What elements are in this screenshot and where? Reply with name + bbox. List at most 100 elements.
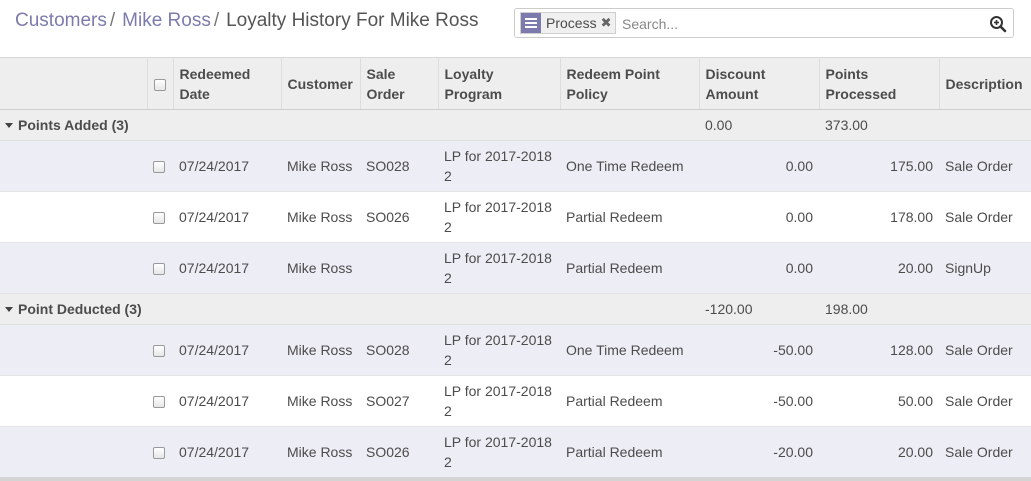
table-header: Redeemed Date Customer Sale Order Loyalt… (0, 57, 1031, 110)
cell-date: 07/24/2017 (173, 426, 281, 478)
column-redeemed-date[interactable]: Redeemed Date (173, 57, 282, 110)
cell-description: Sale Order (939, 426, 1031, 478)
cell-customer: Mike Ross (281, 375, 360, 427)
breadcrumb: Customers / Mike Ross / Loyalty History For … (15, 9, 478, 33)
column-description[interactable]: Description (939, 57, 1031, 110)
group-header[interactable]: Point Deducted (3) (0, 293, 438, 325)
control-panel: Customers / Mike Ross / Loyalty History For … (0, 0, 1031, 57)
cell-points: 175.00 (819, 140, 939, 192)
cell-description: SignUp (939, 242, 1031, 294)
breadcrumb-separator: / (213, 10, 220, 31)
group-row-point-deducted[interactable]: Point Deducted (3) -120.00 198.00 (0, 293, 1031, 325)
search-facet-process[interactable]: Process ✖ (520, 12, 617, 34)
cell-customer: Mike Ross (281, 426, 360, 478)
cell-description: Sale Order (939, 140, 1031, 192)
cell-loyalty-program: LP for 2017-2018 2 (438, 426, 560, 478)
cell-discount: -50.00 (699, 324, 819, 376)
cell-points: 128.00 (819, 324, 939, 376)
cell-sale-order: SO027 (360, 375, 438, 427)
column-sale-order[interactable]: Sale Order (360, 57, 439, 110)
table-row[interactable]: 07/24/2017 Mike Ross SO026 LP for 2017-2… (0, 426, 1031, 478)
group-label: Point Deducted (3) (18, 301, 142, 317)
zoom-in-icon[interactable] (989, 15, 1007, 33)
table-row[interactable]: 07/24/2017 Mike Ross SO026 LP for 2017-2… (0, 191, 1031, 243)
cell-sale-order: SO026 (360, 426, 438, 478)
cell-customer: Mike Ross (281, 324, 360, 376)
group-row-points-added[interactable]: Points Added (3) 0.00 373.00 (0, 109, 1031, 141)
table-row[interactable]: 07/24/2017 Mike Ross SO028 LP for 2017-2… (0, 140, 1031, 192)
search-box[interactable]: Process ✖ (514, 8, 1014, 38)
cell-points: 50.00 (819, 375, 939, 427)
search-input[interactable] (622, 13, 977, 35)
row-checkbox[interactable] (153, 161, 165, 174)
caret-down-icon (5, 122, 13, 128)
column-points-processed[interactable]: Points Processed (819, 57, 940, 110)
group-points-total: 373.00 (819, 109, 939, 141)
page-title: Loyalty History For Mike Ross (226, 10, 479, 31)
cell-loyalty-program: LP for 2017-2018 2 (438, 242, 560, 294)
group-discount-total: 0.00 (699, 109, 819, 141)
row-checkbox[interactable] (153, 212, 165, 225)
cell-date: 07/24/2017 (173, 324, 281, 376)
cell-points: 178.00 (819, 191, 939, 243)
loyalty-history-table: Redeemed Date Customer Sale Order Loyalt… (0, 57, 1031, 478)
column-discount-amount[interactable]: Discount Amount (699, 57, 820, 110)
cell-policy: One Time Redeem (560, 324, 699, 376)
cell-sale-order: SO026 (360, 191, 438, 243)
breadcrumb-customers[interactable]: Customers (15, 10, 107, 31)
row-checkbox[interactable] (153, 345, 165, 358)
facet-label: Process (546, 15, 597, 31)
cell-date: 07/24/2017 (173, 375, 281, 427)
cell-loyalty-program: LP for 2017-2018 2 (438, 191, 560, 243)
breadcrumb-mike-ross[interactable]: Mike Ross (122, 10, 211, 31)
cell-loyalty-program: LP for 2017-2018 2 (438, 140, 560, 192)
cell-discount: -20.00 (699, 426, 819, 478)
cell-loyalty-program: LP for 2017-2018 2 (438, 324, 560, 376)
cell-description: Sale Order (939, 375, 1031, 427)
cell-discount: 0.00 (699, 191, 819, 243)
cell-sale-order: SO028 (360, 140, 438, 192)
cell-policy: Partial Redeem (560, 375, 699, 427)
group-header[interactable]: Points Added (3) (0, 109, 438, 141)
cell-discount: 0.00 (699, 242, 819, 294)
list-icon (521, 13, 541, 33)
table-row[interactable]: 07/24/2017 Mike Ross LP for 2017-2018 2 … (0, 242, 1031, 294)
group-column-header (0, 57, 148, 110)
cell-sale-order: SO028 (360, 324, 438, 376)
cell-customer: Mike Ross (281, 140, 360, 192)
cell-date: 07/24/2017 (173, 140, 281, 192)
column-customer[interactable]: Customer (281, 57, 361, 110)
select-all-checkbox[interactable] (153, 78, 166, 91)
cell-sale-order (360, 242, 438, 294)
cell-date: 07/24/2017 (173, 242, 281, 294)
group-label: Points Added (3) (18, 117, 129, 133)
group-points-total: 198.00 (819, 293, 939, 325)
cell-loyalty-program: LP for 2017-2018 2 (438, 375, 560, 427)
cell-policy: One Time Redeem (560, 140, 699, 192)
select-all-column (147, 57, 174, 110)
cell-description: Sale Order (939, 191, 1031, 243)
caret-down-icon (5, 306, 13, 312)
row-checkbox[interactable] (153, 396, 165, 409)
table-row[interactable]: 07/24/2017 Mike Ross SO027 LP for 2017-2… (0, 375, 1031, 427)
cell-date: 07/24/2017 (173, 191, 281, 243)
cell-policy: Partial Redeem (560, 242, 699, 294)
column-redeem-point-policy[interactable]: Redeem Point Policy (560, 57, 700, 110)
cell-customer: Mike Ross (281, 242, 360, 294)
row-checkbox[interactable] (153, 263, 165, 276)
cell-customer: Mike Ross (281, 191, 360, 243)
column-loyalty-program[interactable]: Loyalty Program (438, 57, 561, 110)
breadcrumb-separator: / (109, 10, 116, 31)
cell-policy: Partial Redeem (560, 426, 699, 478)
group-discount-total: -120.00 (699, 293, 819, 325)
cell-points: 20.00 (819, 426, 939, 478)
cell-discount: -50.00 (699, 375, 819, 427)
cell-points: 20.00 (819, 242, 939, 294)
cell-description: Sale Order (939, 324, 1031, 376)
table-footer-divider (0, 477, 1031, 481)
cell-discount: 0.00 (699, 140, 819, 192)
table-row[interactable]: 07/24/2017 Mike Ross SO028 LP for 2017-2… (0, 324, 1031, 376)
cell-policy: Partial Redeem (560, 191, 699, 243)
close-icon[interactable]: ✖ (601, 13, 616, 33)
row-checkbox[interactable] (153, 447, 165, 460)
